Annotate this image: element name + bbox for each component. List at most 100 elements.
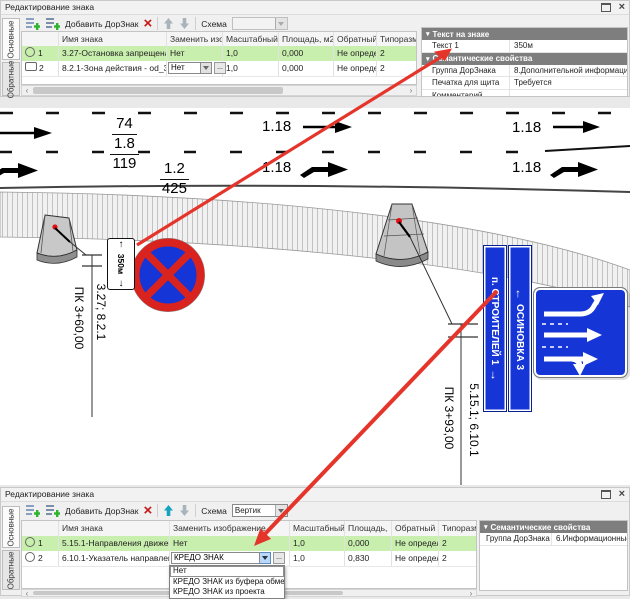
collapse-icon: ▾ [484, 523, 488, 531]
property-row[interactable]: Печатка для щитаТребуется [422, 77, 627, 90]
table-row[interactable]: 1 3.27-Остановка запрещена - od_106 Нет … [22, 46, 416, 62]
sign-codes-label: 5.15.1; 6.10.1 [467, 370, 481, 470]
dropdown-option[interactable]: КРЕДО ЗНАК из буфера обмена [170, 577, 284, 588]
schema-label: Схема [201, 506, 227, 516]
chevron-down-icon[interactable] [260, 552, 271, 564]
close-icon[interactable]: × [619, 2, 625, 12]
scale-cell[interactable]: 1,0 [223, 61, 279, 76]
area-cell[interactable]: 0,000 [345, 536, 392, 551]
dropdown-option[interactable]: Нет [170, 566, 284, 577]
text-on-sign-header[interactable]: ▾Текст на знаке [422, 28, 627, 40]
scroll-right-icon[interactable]: › [406, 86, 416, 95]
add-sign-alt-icon[interactable] [45, 16, 60, 31]
up-arrow-icon: ← [513, 287, 527, 299]
delete-icon[interactable]: × [144, 504, 153, 518]
tab-reverse[interactable]: Обратные [2, 550, 20, 590]
schema-select[interactable] [232, 17, 288, 30]
move-up-icon[interactable] [163, 17, 174, 30]
semantic-props-header[interactable]: ▾Семантические свойства [480, 521, 627, 533]
no-stopping-sign[interactable] [132, 239, 205, 312]
guide-sign-bar[interactable]: п. СТРОИТЕЛЕЙ 1→ [483, 245, 507, 412]
move-up-icon[interactable] [163, 504, 174, 517]
float-window-icon[interactable] [601, 490, 611, 499]
reverse-cell[interactable]: Не определено [334, 46, 377, 61]
browse-button[interactable]: ... [273, 552, 285, 564]
col-name[interactable]: Имя знака [59, 32, 167, 46]
text1-value[interactable]: 350м [510, 41, 627, 50]
browse-button[interactable]: ... [214, 62, 226, 74]
sign-name-cell[interactable]: 8.2.1-Зона действия - od_311 [59, 61, 167, 76]
size-cell[interactable]: 2 [439, 536, 477, 551]
col-scale[interactable]: Масштабный ко [223, 32, 279, 46]
size-cell[interactable]: 2 [439, 551, 477, 566]
add-dorznak-button[interactable]: Добавить ДорЗнак [65, 506, 139, 516]
chevron-down-icon[interactable] [201, 62, 212, 74]
add-sign-icon[interactable] [25, 16, 40, 31]
add-sign-icon[interactable] [25, 503, 40, 518]
size-cell[interactable]: 2 [377, 61, 417, 76]
scroll-right-icon[interactable]: › [466, 590, 476, 596]
move-down-icon[interactable] [179, 17, 190, 30]
sign-name-cell[interactable]: 5.15.1-Направления движения по полосам .… [59, 536, 170, 551]
move-down-icon[interactable] [179, 504, 190, 517]
delete-icon[interactable]: × [144, 17, 153, 31]
float-window-icon[interactable] [601, 3, 611, 12]
sign-edit-panel-top: Редактирование знака × Основные Обратные… [0, 0, 630, 97]
col-area[interactable]: Площадь, [345, 521, 392, 536]
replace-image-select[interactable]: Нет ... [168, 62, 226, 74]
reverse-cell[interactable]: Не определено [392, 536, 439, 551]
plan-view[interactable]: 74 1.8 119 1.2 425 1.18 1.18 1.18 1.18 ↑… [0, 108, 630, 485]
sign-name-cell[interactable]: 6.10.1-Указатель направлений - od_233 [59, 551, 170, 566]
replace-cell[interactable]: Нет [167, 46, 223, 61]
col-name[interactable]: Имя знака [59, 521, 170, 536]
pavement-merge-arrow [300, 162, 348, 178]
col-area[interactable]: Площадь, м2 [279, 32, 334, 46]
property-row[interactable]: Группа ДорЗнака8.Дополнительной информац… [422, 65, 627, 78]
pavement-arrow [0, 127, 52, 139]
replace-cell[interactable]: Нет [170, 536, 290, 551]
sign-name-cell[interactable]: 3.27-Остановка запрещена - od_106 [59, 46, 167, 61]
scroll-left-icon[interactable]: ‹ [22, 86, 32, 95]
col-scale[interactable]: Масштабный ко [290, 521, 345, 536]
properties-panel-bottom: ▾Семантические свойства Группа ДорЗнака6… [479, 520, 628, 591]
semantic-props-header[interactable]: ▾Семантические свойства [422, 53, 627, 65]
scroll-left-icon[interactable]: ‹ [22, 590, 32, 596]
collapse-icon: ▾ [426, 30, 430, 38]
h-scrollbar[interactable]: ‹ › [21, 85, 417, 96]
scale-cell[interactable]: 1,0 [223, 46, 279, 61]
reverse-cell[interactable]: Не определено [334, 61, 377, 76]
property-row[interactable]: Комментарий [422, 90, 627, 98]
tab-reverse[interactable]: Обратные [2, 62, 20, 96]
table-row[interactable]: 1 5.15.1-Направления движения по полосам… [22, 536, 476, 552]
scale-cell[interactable]: 1,0 [290, 551, 345, 566]
size-cell[interactable]: 2 [377, 46, 417, 61]
area-cell[interactable]: 0,000 [279, 61, 334, 76]
area-cell[interactable]: 0,830 [345, 551, 392, 566]
station-label: ПК 3+93,00 [442, 370, 456, 466]
col-replace[interactable]: Заменить изображение [170, 521, 290, 536]
col-reverse[interactable]: Обратный знак [334, 32, 377, 46]
schema-select[interactable]: Вертик [232, 504, 288, 517]
reverse-cell[interactable]: Не определено [392, 551, 439, 566]
dimension-ticks [448, 324, 478, 337]
area-cell[interactable]: 0,000 [279, 46, 334, 61]
panel-title: Редактирование знака [1, 1, 629, 15]
col-size[interactable]: Типоразм [377, 32, 417, 46]
property-row[interactable]: Текст 1350м [422, 40, 627, 53]
scale-cell[interactable]: 1,0 [290, 536, 345, 551]
add-sign-alt-icon[interactable] [45, 503, 60, 518]
col-size[interactable]: Типоразмер [439, 521, 477, 536]
tab-main[interactable]: Основные [2, 18, 20, 60]
add-dorznak-button[interactable]: Добавить ДорЗнак [65, 19, 139, 29]
lane-solid-line [545, 146, 630, 151]
replace-image-select[interactable]: КРЕДО ЗНАК ... [171, 552, 285, 564]
tab-main[interactable]: Основные [2, 506, 20, 548]
close-icon[interactable]: × [619, 489, 625, 499]
guide-sign-bar[interactable]: ←ОСИНОВКА 3 [508, 245, 532, 412]
property-row[interactable]: Группа ДорЗнака6.Информационные [480, 533, 627, 546]
col-replace[interactable]: Заменить изобра [167, 32, 223, 46]
lane-directions-sign[interactable] [533, 287, 628, 378]
col-reverse[interactable]: Обратный зн [392, 521, 439, 536]
scroll-thumb[interactable] [33, 87, 283, 94]
zone-plate-sign[interactable]: ↑ 350м ↓ [107, 238, 135, 290]
